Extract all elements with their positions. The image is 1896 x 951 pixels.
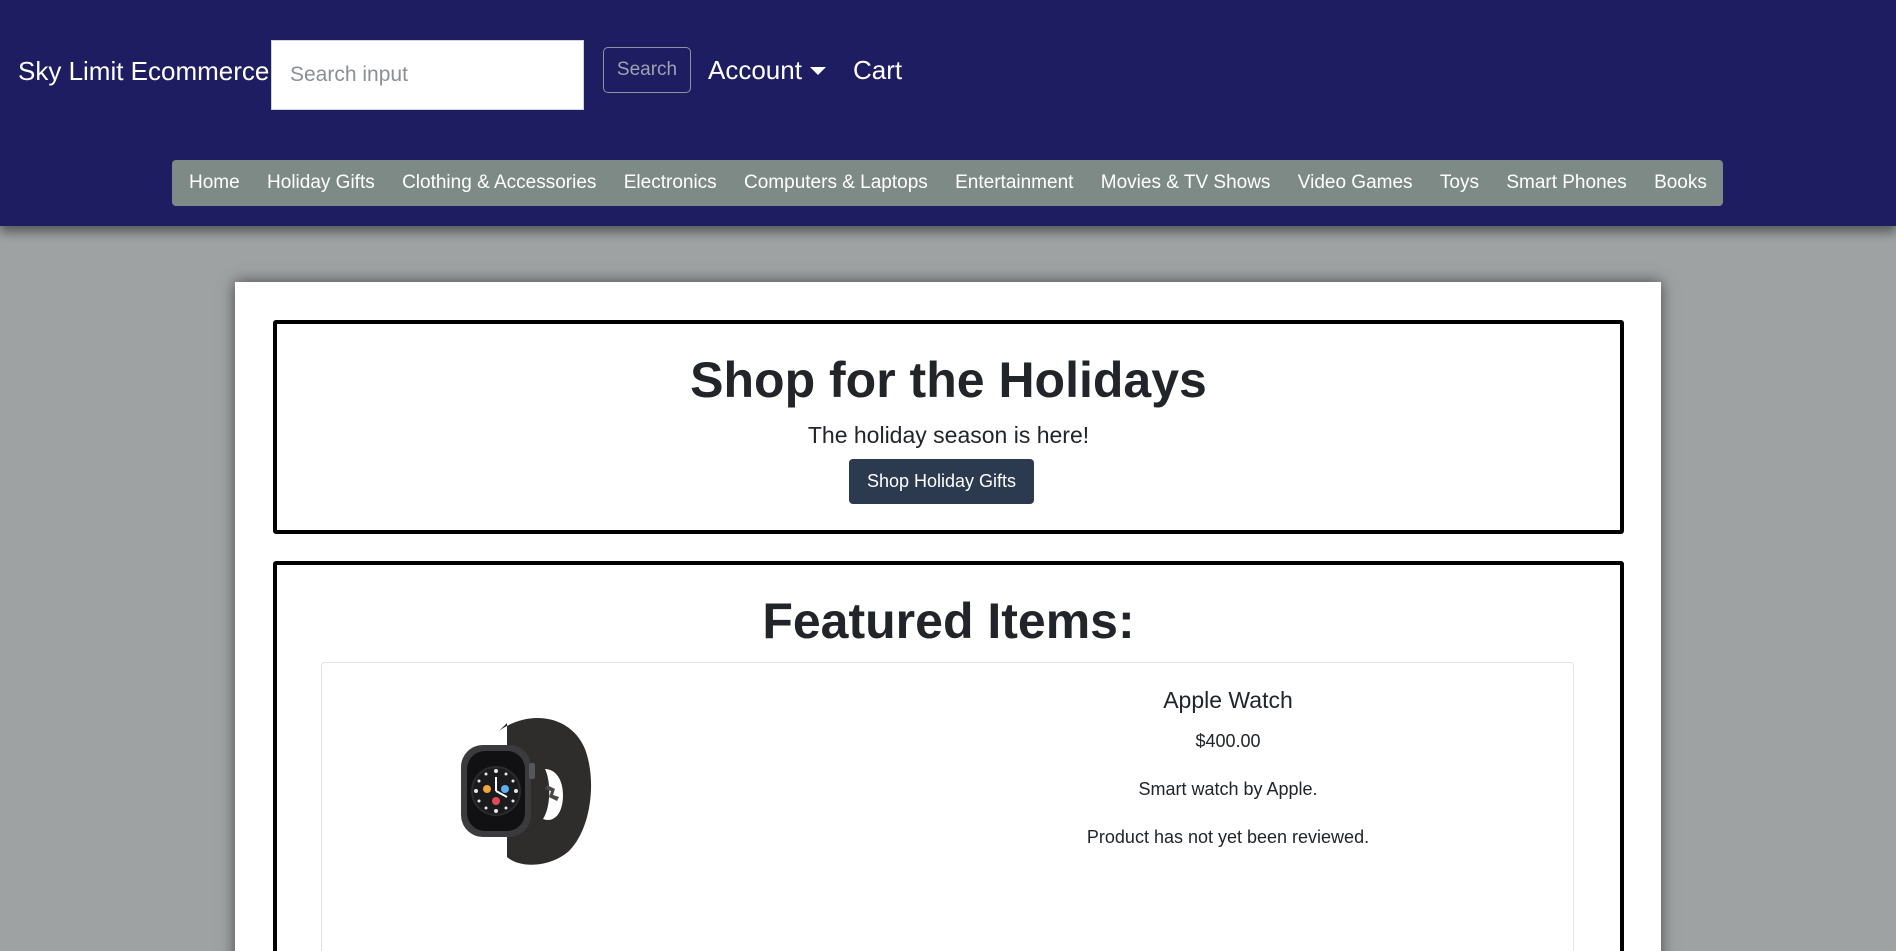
category-video-games[interactable]: Video Games (1298, 160, 1413, 206)
featured-items-section: Featured Items: Apple Watch $400.00 Smar… (273, 561, 1624, 951)
category-electronics[interactable]: Electronics (624, 160, 717, 206)
product-info: Apple Watch $400.00 Smart watch by Apple… (948, 685, 1508, 849)
category-movies-tv-shows[interactable]: Movies & TV Shows (1101, 160, 1271, 206)
holiday-banner: Shop for the Holidays The holiday season… (273, 320, 1624, 534)
category-clothing-accessories[interactable]: Clothing & Accessories (402, 160, 596, 206)
caret-down-icon (809, 67, 826, 75)
site-header: Sky Limit Ecommerce Search Account Cart … (0, 0, 1896, 226)
brand-name[interactable]: Sky Limit Ecommerce (18, 54, 269, 88)
search-button[interactable]: Search (603, 47, 691, 93)
main-content: Shop for the Holidays The holiday season… (235, 282, 1661, 951)
category-entertainment[interactable]: Entertainment (955, 160, 1073, 206)
category-home[interactable]: Home (189, 160, 240, 206)
category-computers-laptops[interactable]: Computers & Laptops (744, 160, 928, 206)
account-label: Account (708, 55, 802, 85)
search-input[interactable] (271, 40, 584, 110)
product-card[interactable]: Apple Watch $400.00 Smart watch by Apple… (321, 662, 1574, 951)
category-holiday-gifts[interactable]: Holiday Gifts (267, 160, 375, 206)
category-smart-phones[interactable]: Smart Phones (1506, 160, 1626, 206)
product-name[interactable]: Apple Watch (948, 685, 1508, 715)
category-nav: Home Holiday Gifts Clothing & Accessorie… (172, 160, 1723, 206)
product-review-status: Product has not yet been reviewed. (1086, 827, 1370, 847)
apple-watch-image[interactable] (459, 711, 595, 867)
product-price: $400.00 (1195, 731, 1261, 751)
hero-title: Shop for the Holidays (690, 352, 1207, 408)
featured-title: Featured Items: (762, 593, 1135, 649)
product-description: Smart watch by Apple. (1138, 779, 1318, 799)
shop-holiday-gifts-button[interactable]: Shop Holiday Gifts (849, 459, 1034, 504)
category-toys[interactable]: Toys (1440, 160, 1479, 206)
account-dropdown[interactable]: Account (708, 53, 826, 87)
category-books[interactable]: Books (1654, 160, 1707, 206)
hero-subtitle: The holiday season is here! (807, 422, 1090, 448)
cart-link[interactable]: Cart (853, 53, 902, 87)
